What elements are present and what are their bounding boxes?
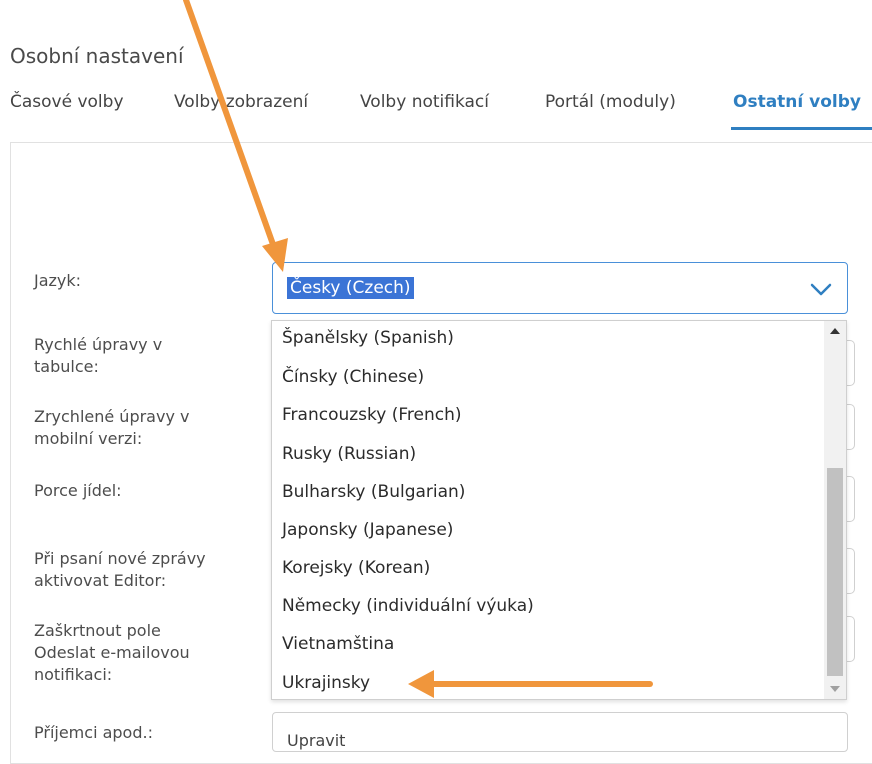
language-option[interactable]: Čínsky (Chinese) xyxy=(282,366,424,388)
language-option[interactable]: Ukrajinsky xyxy=(282,672,370,694)
quick-edit-field-edge[interactable] xyxy=(846,340,855,386)
triangle-up-icon[interactable] xyxy=(824,321,846,341)
label-language: Jazyk: xyxy=(34,271,82,290)
tab-bar: Časové volby Volby zobrazení Volby notif… xyxy=(0,92,872,132)
language-option[interactable]: Rusky (Russian) xyxy=(282,443,416,465)
chevron-down-icon[interactable] xyxy=(809,277,833,301)
label-line: Zrychlené úpravy v xyxy=(34,407,190,426)
tab-notification-options[interactable]: Volby notifikací xyxy=(360,92,489,112)
page-title: Osobní nastavení xyxy=(10,44,184,68)
recipients-select[interactable]: Upravit xyxy=(272,712,848,752)
label-line: tabulce: xyxy=(34,357,99,376)
language-select-value: Česky (Czech) xyxy=(287,277,414,299)
label-line: Zaškrtnout pole xyxy=(34,621,161,640)
label-recipients: Příjemci apod.: xyxy=(34,723,153,742)
language-option[interactable]: Německy (individuální výuka) xyxy=(282,595,534,617)
language-option[interactable]: Bulharsky (Bulgarian) xyxy=(282,481,465,503)
language-option[interactable]: Korejsky (Korean) xyxy=(282,557,430,579)
tab-portal-modules[interactable]: Portál (moduly) xyxy=(545,92,676,112)
label-line: aktivovat Editor: xyxy=(34,571,167,590)
email-notification-field-edge[interactable] xyxy=(846,616,855,662)
label-line: notifikaci: xyxy=(34,665,113,684)
language-option[interactable]: Japonsky (Japanese) xyxy=(282,519,453,541)
label-editor: Při psaní nové zprávy aktivovat Editor: xyxy=(34,548,206,592)
tab-display-options[interactable]: Volby zobrazení xyxy=(174,92,308,112)
editor-field-edge[interactable] xyxy=(846,548,855,594)
label-line: Odeslat e-mailovou xyxy=(34,643,190,662)
language-option[interactable]: Francouzsky (French) xyxy=(282,404,462,426)
label-line: Při psaní nové zprávy xyxy=(34,549,206,568)
scrollbar-thumb[interactable] xyxy=(827,468,843,676)
label-line: Rychlé úpravy v xyxy=(34,335,163,354)
label-line: mobilní verzi: xyxy=(34,429,143,448)
label-mobile-edit: Zrychlené úpravy v mobilní verzi: xyxy=(34,406,189,450)
triangle-down-icon[interactable] xyxy=(824,679,846,699)
recipients-select-value: Upravit xyxy=(287,731,346,750)
label-meal-portion: Porce jídel: xyxy=(34,481,122,500)
mobile-edit-field-edge[interactable] xyxy=(846,404,855,450)
language-option[interactable]: Španělsky (Spanish) xyxy=(282,327,454,349)
label-email-notification: Zaškrtnout pole Odeslat e-mailovou notif… xyxy=(34,620,190,686)
language-dropdown-list[interactable]: Španělsky (Spanish) Čínsky (Chinese) Fra… xyxy=(271,320,847,700)
language-select[interactable]: Česky (Czech) xyxy=(272,262,848,314)
meal-portion-field-edge[interactable] xyxy=(846,476,855,522)
tab-time-options[interactable]: Časové volby xyxy=(10,92,124,112)
dropdown-scrollbar[interactable] xyxy=(824,321,846,699)
language-option[interactable]: Vietnamština xyxy=(282,633,394,655)
label-quick-edit: Rychlé úpravy v tabulce: xyxy=(34,334,162,378)
active-tab-indicator xyxy=(731,127,872,130)
tab-other-options[interactable]: Ostatní volby xyxy=(733,92,861,112)
